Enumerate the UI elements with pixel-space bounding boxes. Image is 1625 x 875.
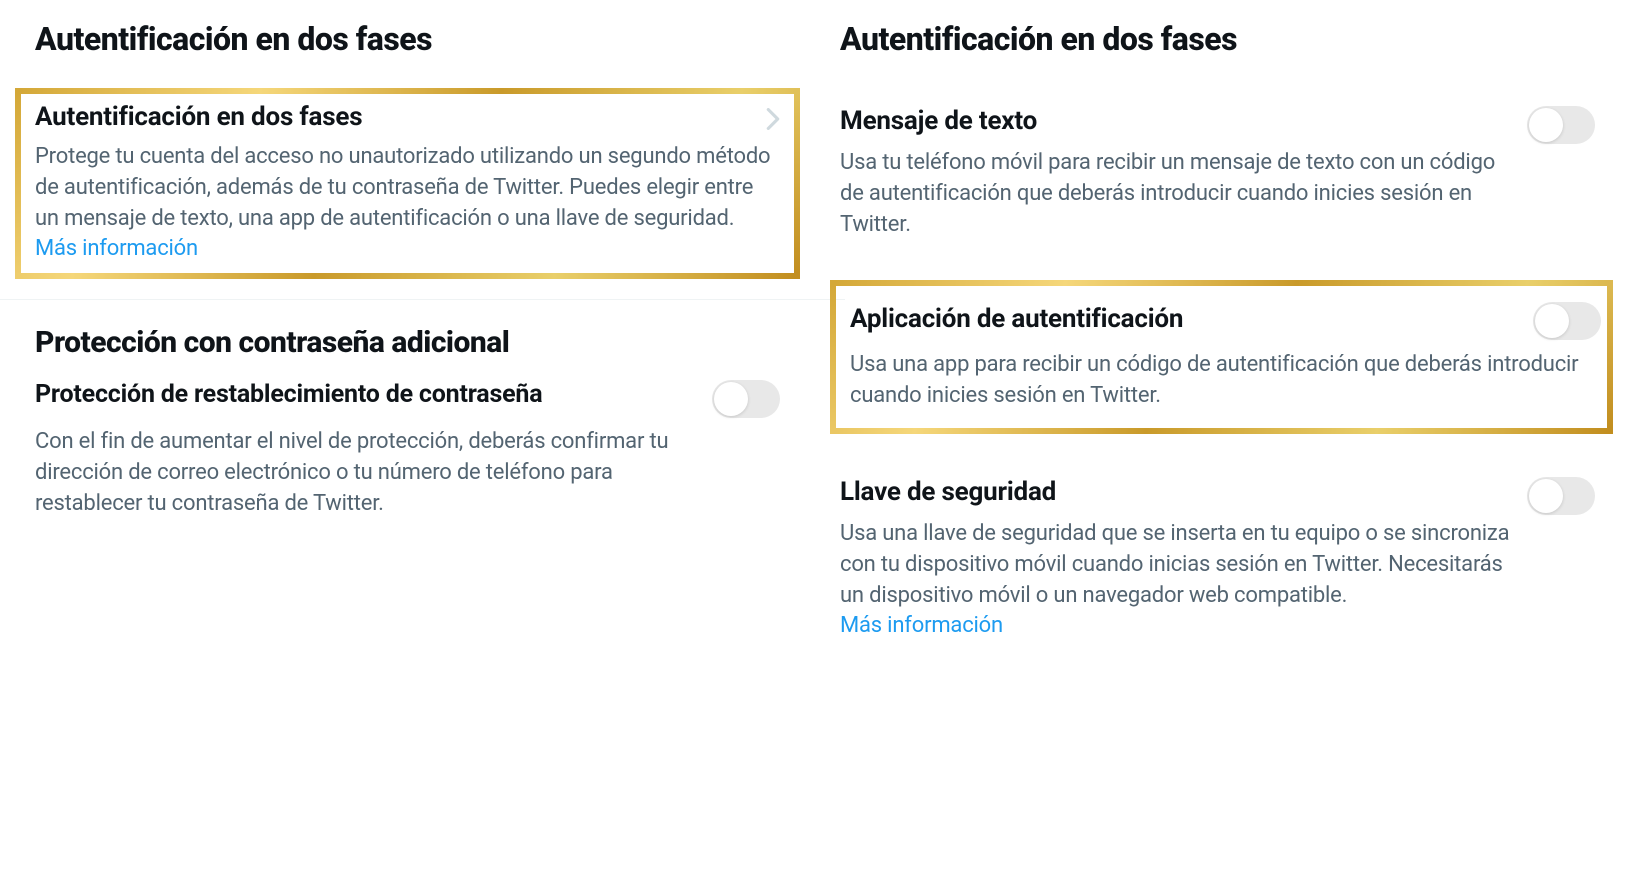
divider xyxy=(0,299,845,300)
password-reset-desc: Con el fin de aumentar el nivel de prote… xyxy=(35,427,700,519)
toggle-thumb xyxy=(714,382,748,416)
auth-app-desc: Usa una app para recibir un código de au… xyxy=(850,350,1593,412)
two-factor-title: Autentificación en dos fases xyxy=(35,102,780,132)
security-key-desc-text: Usa una llave de seguridad que se insert… xyxy=(840,521,1509,608)
password-reset-protection-item: Protección de restablecimiento de contra… xyxy=(35,380,810,519)
security-key-toggle[interactable] xyxy=(1527,477,1595,515)
two-factor-item[interactable]: Autentificación en dos fases Protege tu … xyxy=(15,88,800,279)
two-factor-desc-text: Protege tu cuenta del acceso no unautori… xyxy=(35,144,770,231)
right-panel: Autentificación en dos fases Mensaje de … xyxy=(820,0,1625,875)
security-key-desc: Usa una llave de seguridad que se insert… xyxy=(840,519,1515,642)
two-factor-desc: Protege tu cuenta del acceso no unautori… xyxy=(35,142,780,265)
right-section-title-2fa: Autentificación en dos fases xyxy=(840,20,1615,58)
left-section-title-additional-password: Protección con contraseña adicional xyxy=(35,325,810,360)
left-panel: Autentificación en dos fases Autentifica… xyxy=(0,0,820,875)
chevron-right-icon xyxy=(766,108,780,134)
text-message-desc: Usa tu teléfono móvil para recibir un me… xyxy=(840,148,1515,240)
auth-app-title: Aplicación de autentificación xyxy=(850,304,1593,334)
text-message-toggle[interactable] xyxy=(1527,106,1595,144)
text-message-item: Mensaje de texto Usa tu teléfono móvil p… xyxy=(840,88,1615,260)
text-message-title: Mensaje de texto xyxy=(840,106,1515,136)
security-key-item: Llave de seguridad Usa una llave de segu… xyxy=(840,459,1615,662)
auth-app-item[interactable]: Aplicación de autentificación Usa una ap… xyxy=(830,280,1613,434)
password-reset-title: Protección de restablecimiento de contra… xyxy=(35,380,700,409)
password-reset-toggle[interactable] xyxy=(712,380,780,418)
security-key-title: Llave de seguridad xyxy=(840,477,1515,507)
toggle-thumb xyxy=(1535,304,1569,338)
two-factor-learn-more-link[interactable]: Más información xyxy=(35,236,198,261)
toggle-thumb xyxy=(1529,108,1563,142)
auth-app-toggle[interactable] xyxy=(1533,302,1601,340)
security-key-learn-more-link[interactable]: Más información xyxy=(840,613,1003,638)
left-section-title-2fa: Autentificación en dos fases xyxy=(35,20,810,58)
toggle-thumb xyxy=(1529,479,1563,513)
